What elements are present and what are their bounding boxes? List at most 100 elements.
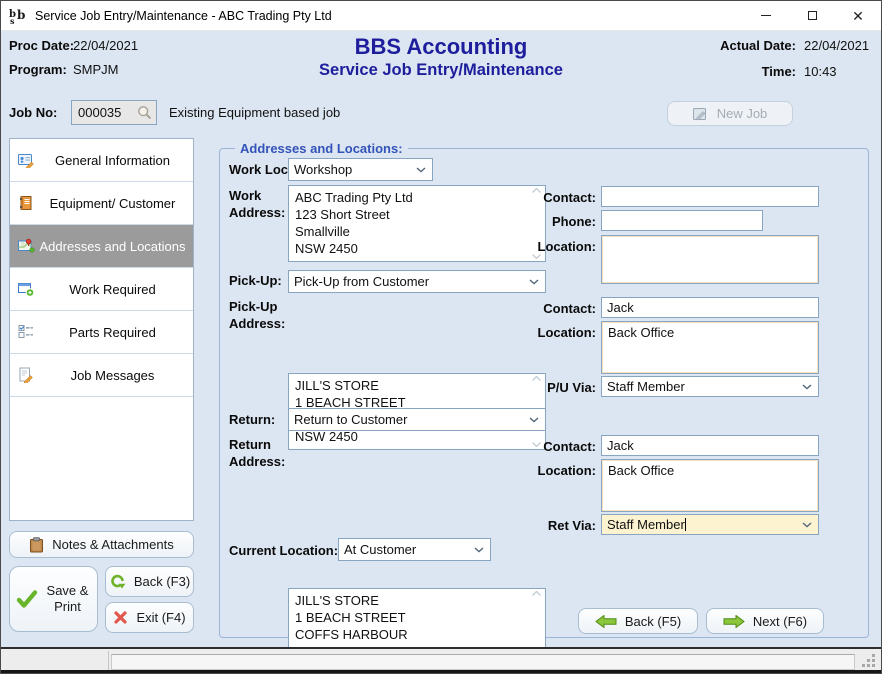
sidebar-item-job-messages[interactable]: Job Messages bbox=[10, 354, 193, 397]
text-cursor bbox=[685, 518, 686, 531]
return-location-field[interactable]: Back Office bbox=[601, 459, 819, 512]
actual-date-label: Actual Date: bbox=[691, 38, 796, 53]
close-button[interactable]: ✕ bbox=[835, 1, 881, 31]
work-address-label: Work Address: bbox=[229, 187, 287, 221]
exit-f4-button[interactable]: Exit (F4) bbox=[105, 602, 194, 633]
return-location-text: Back Office bbox=[608, 463, 674, 478]
general-information-icon bbox=[18, 152, 34, 168]
work-contact-label: Contact: bbox=[520, 190, 596, 205]
exit-f4-label: Exit (F4) bbox=[136, 610, 185, 625]
return-contact-input[interactable] bbox=[601, 435, 819, 456]
chevron-down-icon bbox=[802, 522, 812, 528]
section-nav: General Information Equipment/ Customer … bbox=[9, 138, 194, 521]
work-required-icon bbox=[18, 281, 34, 297]
time-label: Time: bbox=[691, 64, 796, 79]
work-address-text: ABC Trading Pty Ltd 123 Short Street Sma… bbox=[295, 189, 527, 257]
work-phone-label: Phone: bbox=[520, 214, 596, 229]
sidebar-item-label: General Information bbox=[10, 153, 193, 168]
resize-grip-icon[interactable] bbox=[872, 664, 875, 667]
back-curved-arrow-icon bbox=[109, 574, 126, 589]
work-location-field[interactable] bbox=[601, 235, 819, 284]
pickup-contact-input[interactable] bbox=[601, 297, 819, 318]
group-title: Addresses and Locations: bbox=[235, 141, 408, 156]
back-f3-label: Back (F3) bbox=[134, 574, 190, 589]
equipment-customer-icon bbox=[18, 195, 34, 211]
current-location-select[interactable]: At Customer bbox=[338, 538, 491, 561]
job-messages-icon bbox=[18, 367, 35, 383]
back-f3-button[interactable]: Back (F3) bbox=[105, 566, 194, 597]
save-print-label: Save & Print bbox=[44, 583, 92, 615]
sidebar-item-work-required[interactable]: Work Required bbox=[10, 268, 193, 311]
status-message-field bbox=[111, 654, 855, 670]
work-locn-select[interactable]: Workshop bbox=[288, 158, 433, 181]
save-print-button[interactable]: Save & Print bbox=[9, 566, 98, 632]
job-no-value: 000035 bbox=[72, 105, 137, 120]
new-job-button[interactable]: New Job bbox=[667, 101, 793, 126]
notes-attachments-button[interactable]: Notes & Attachments bbox=[9, 531, 194, 558]
new-job-label: New Job bbox=[717, 106, 768, 121]
new-job-icon bbox=[693, 107, 709, 121]
work-contact-input[interactable] bbox=[601, 186, 819, 207]
maximize-button[interactable] bbox=[789, 1, 835, 31]
back-f5-label: Back (F5) bbox=[625, 614, 681, 629]
pickup-location-label: Location: bbox=[520, 325, 596, 340]
work-phone-input[interactable] bbox=[601, 210, 763, 231]
svg-text:b: b bbox=[17, 8, 25, 22]
sidebar-item-general-information[interactable]: General Information bbox=[10, 139, 193, 182]
status-bar bbox=[1, 647, 881, 672]
current-location-value: At Customer bbox=[344, 542, 474, 557]
ret-via-label: Ret Via: bbox=[520, 518, 596, 533]
svg-text:s: s bbox=[10, 16, 15, 24]
window-title: Service Job Entry/Maintenance - ABC Trad… bbox=[35, 9, 332, 23]
work-location-label: Location: bbox=[520, 239, 596, 254]
pu-via-select[interactable]: Staff Member bbox=[601, 376, 819, 397]
sidebar-item-label: Work Required bbox=[10, 282, 193, 297]
pickup-method-select[interactable]: Pick-Up from Customer bbox=[288, 270, 546, 293]
clipboard-icon bbox=[29, 537, 44, 553]
job-no-label: Job No: bbox=[9, 105, 57, 120]
return-location-label: Location: bbox=[520, 463, 596, 478]
return-label: Return: bbox=[229, 412, 275, 427]
current-location-label: Current Location: bbox=[229, 543, 338, 558]
notes-attachments-label: Notes & Attachments bbox=[52, 537, 173, 552]
back-f5-button[interactable]: Back (F5) bbox=[578, 608, 698, 634]
return-method-value: Return to Customer bbox=[294, 412, 529, 427]
sidebar-item-addresses-locations[interactable]: Addresses and Locations bbox=[10, 225, 193, 268]
pickup-label: Pick-Up: bbox=[229, 273, 282, 288]
status-cell-left bbox=[1, 651, 109, 672]
minimize-button[interactable] bbox=[743, 1, 789, 31]
ret-via-select[interactable]: Staff Member bbox=[601, 514, 819, 535]
sidebar-item-equipment-customer[interactable]: Equipment/ Customer bbox=[10, 182, 193, 225]
pu-via-label: P/U Via: bbox=[520, 380, 596, 395]
bbs-app-icon: b b s bbox=[9, 8, 29, 24]
ret-via-value: Staff Member bbox=[607, 517, 685, 532]
sidebar-item-parts-required[interactable]: Parts Required bbox=[10, 311, 193, 354]
sidebar-item-label: Parts Required bbox=[10, 325, 193, 340]
sidebar-item-label: Job Messages bbox=[10, 368, 193, 383]
pickup-location-text: Back Office bbox=[608, 325, 674, 340]
maximize-icon bbox=[808, 11, 817, 20]
search-icon[interactable] bbox=[137, 105, 152, 120]
return-method-select[interactable]: Return to Customer bbox=[288, 408, 546, 431]
minimize-icon bbox=[761, 15, 771, 16]
work-locn-value: Workshop bbox=[294, 162, 416, 177]
pickup-address-label: Pick-Up Address: bbox=[229, 298, 287, 332]
time-value: 10:43 bbox=[804, 64, 837, 79]
next-f6-label: Next (F6) bbox=[753, 614, 807, 629]
arrow-right-icon bbox=[723, 615, 745, 628]
actual-date-value: 22/04/2021 bbox=[804, 38, 869, 53]
chevron-down-icon bbox=[474, 547, 484, 553]
scroll-down-icon[interactable] bbox=[532, 254, 541, 259]
work-address-field[interactable]: ABC Trading Pty Ltd 123 Short Street Sma… bbox=[288, 185, 546, 262]
exit-x-icon bbox=[113, 610, 128, 625]
return-contact-label: Contact: bbox=[520, 439, 596, 454]
sidebar-item-label: Addresses and Locations bbox=[10, 239, 193, 254]
addresses-locations-icon bbox=[18, 238, 35, 254]
job-no-field[interactable]: 000035 bbox=[71, 100, 157, 125]
pickup-location-field[interactable]: Back Office bbox=[601, 321, 819, 374]
return-address-label: Return Address: bbox=[229, 436, 287, 470]
next-f6-button[interactable]: Next (F6) bbox=[706, 608, 824, 634]
sidebar-item-label: Equipment/ Customer bbox=[10, 196, 193, 211]
scroll-up-icon[interactable] bbox=[532, 591, 541, 596]
app-window: b b s Service Job Entry/Maintenance - AB… bbox=[0, 0, 882, 674]
